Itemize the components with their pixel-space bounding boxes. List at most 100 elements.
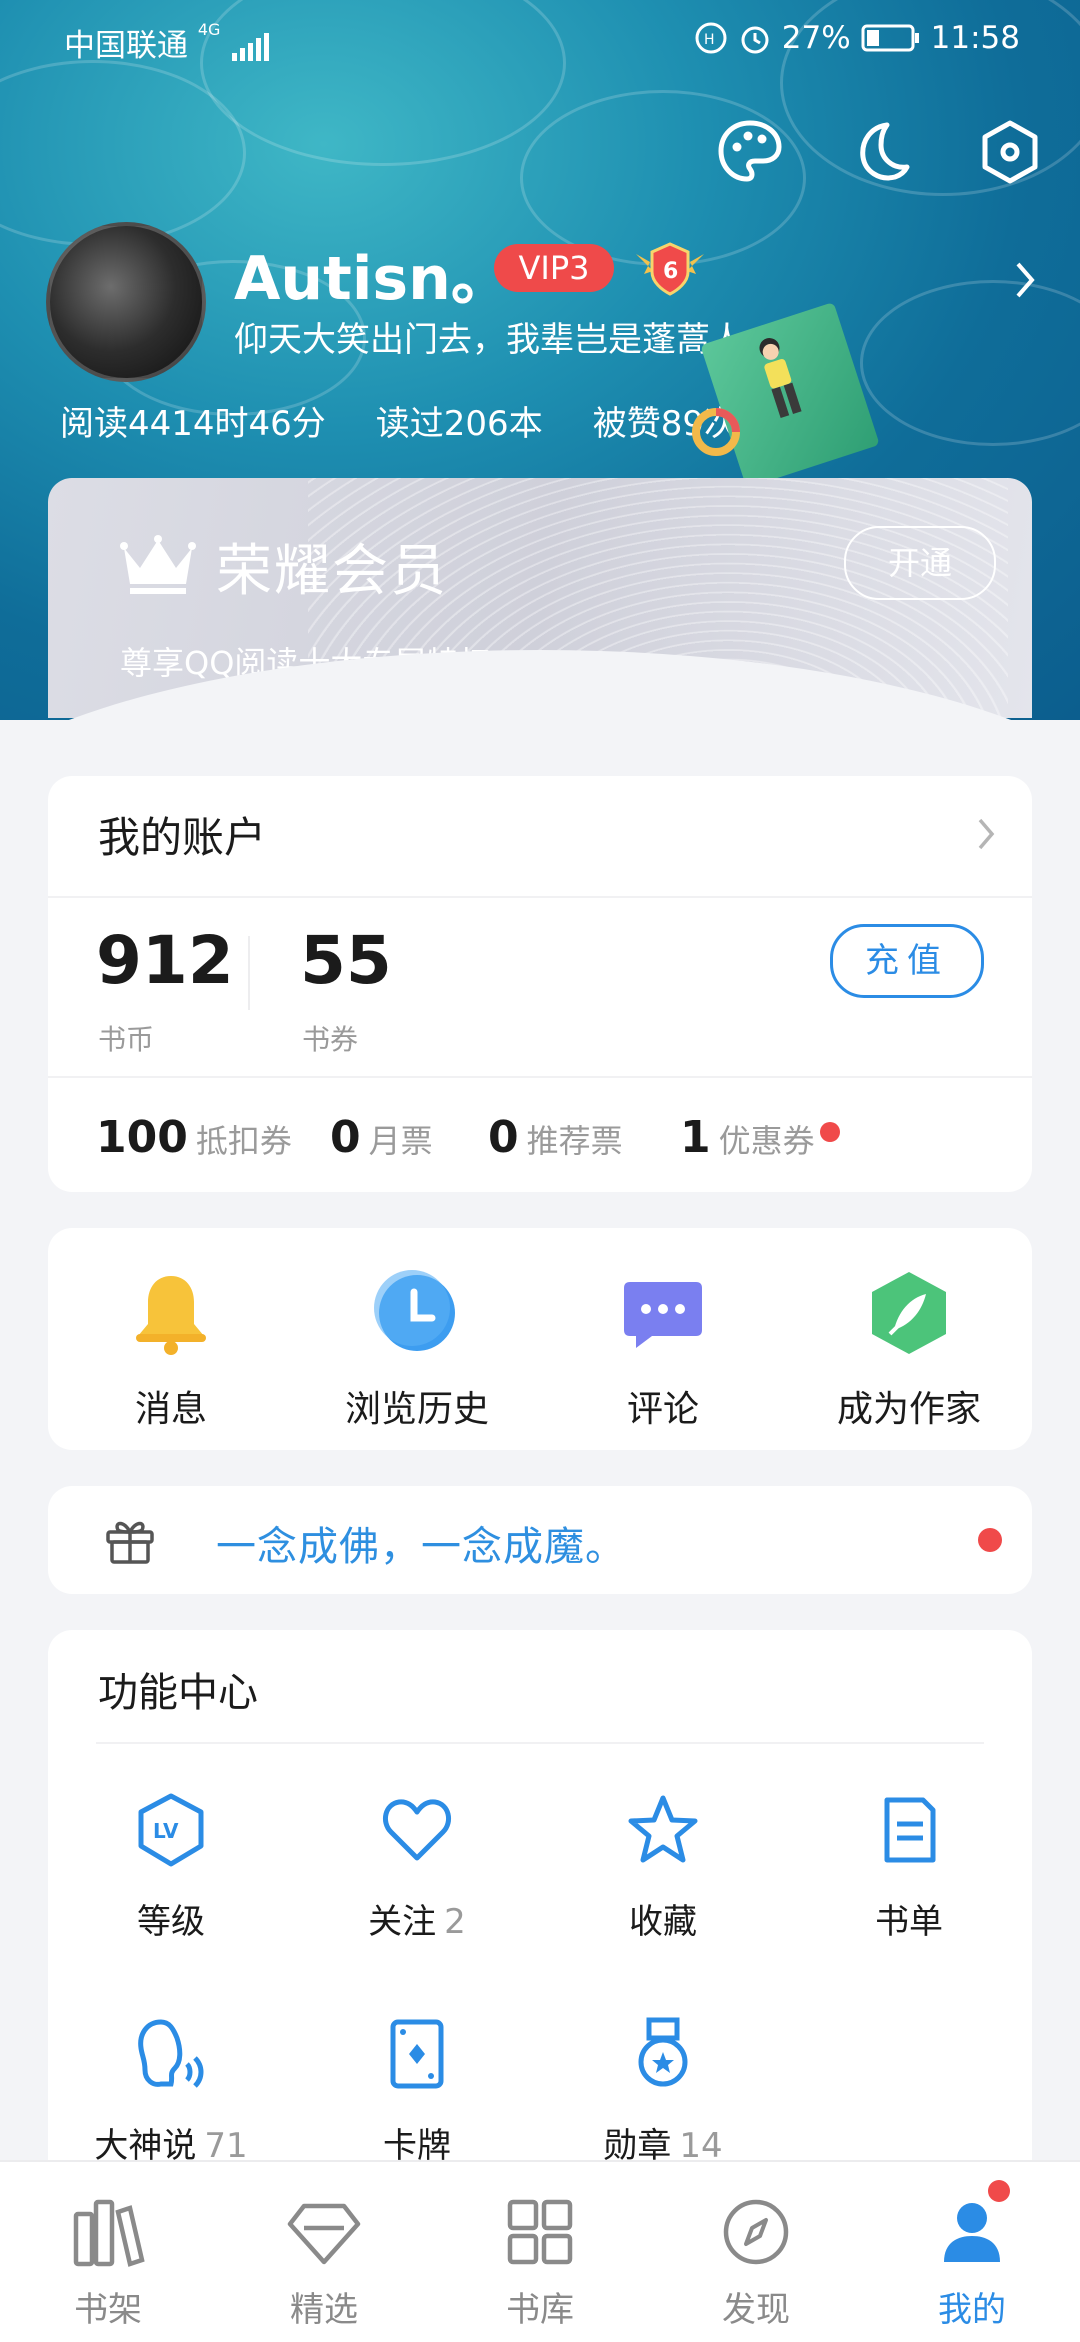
booklist-icon [884, 1797, 936, 1863]
nav-label: 书库 [506, 2290, 574, 2330]
nav-library[interactable]: 书库 [432, 2162, 648, 2342]
swim-ring-icon [692, 408, 740, 456]
nav-label: 精选 [290, 2290, 358, 2330]
reader-figure-icon [759, 338, 802, 419]
ticket-value: 0 [488, 1112, 519, 1163]
ticket-value: 0 [330, 1112, 361, 1163]
settings-hexagon-icon[interactable] [970, 112, 1050, 192]
nav-bookshelf[interactable]: 书架 [0, 2162, 216, 2342]
ticket-monthly[interactable]: 0 月票 [330, 1112, 433, 1163]
diamond-icon [287, 2203, 361, 2265]
divider [96, 1742, 984, 1744]
function-booklist[interactable]: 书单 [786, 1790, 1032, 1943]
card-icon [390, 2019, 444, 2089]
rank-shield-icon[interactable]: 6 [632, 240, 708, 296]
coins-label: 书币 [98, 1023, 155, 1056]
vouchers-label: 书券 [302, 1023, 359, 1056]
divider [248, 936, 250, 1010]
gift-icon [106, 1521, 154, 1564]
ticket-label: 推荐票 [526, 1122, 623, 1160]
books-read[interactable]: 读过206本 [376, 396, 543, 445]
svg-text:LV: LV [153, 1819, 179, 1843]
account-card: 我的账户 912 书币 55 书券 充值 100 抵扣券 0 月票 0 推荐票 1 优惠… [48, 776, 1032, 1192]
rank-number: 6 [663, 259, 678, 284]
ticket-coupon[interactable]: 1 优惠券 [680, 1112, 815, 1163]
vip-card-title: 荣耀会员 [216, 539, 448, 604]
function-following[interactable]: 关注 2 [294, 1790, 540, 1943]
nav-label: 书架 [74, 2290, 142, 2330]
nav-featured[interactable]: 精选 [216, 2162, 432, 2342]
recharge-button[interactable]: 充值 [830, 924, 984, 998]
shortcut-become-author[interactable]: 成为作家 [786, 1268, 1032, 1432]
shortcut-label: 评论 [626, 1389, 699, 1430]
divider [48, 1076, 1032, 1078]
function-count: 2 [444, 1902, 466, 1942]
account-title[interactable]: 我的账户 [98, 804, 266, 865]
open-vip-button[interactable]: 开通 [844, 526, 996, 600]
crown-icon [120, 535, 196, 594]
ticket-value: 1 [680, 1112, 711, 1163]
palette-icon[interactable] [710, 112, 790, 192]
notification-dot [988, 2180, 1010, 2202]
notification-dot [820, 1122, 840, 1142]
promo-text: 一念成佛，一念成魔。 [216, 1524, 626, 1570]
water-ripple [860, 280, 1080, 446]
reading-time[interactable]: 阅读4414时46分 [60, 396, 326, 445]
function-medals[interactable]: 勋章 14 [540, 2014, 786, 2167]
function-label: 关注 [368, 1902, 437, 1942]
shortcut-messages[interactable]: 消息 [48, 1268, 294, 1432]
vouchers-value[interactable]: 55 [300, 922, 392, 999]
chevron-right-icon[interactable] [1010, 258, 1040, 302]
function-cards[interactable]: 卡牌 [294, 2014, 540, 2167]
bell-icon [136, 1276, 206, 1355]
battery-percent: 27% [781, 20, 851, 56]
ticket-recommend[interactable]: 0 推荐票 [488, 1112, 623, 1163]
vip-level-badge[interactable]: VIP3 [494, 244, 614, 292]
function-label: 等级 [137, 1902, 205, 1942]
function-master-talk[interactable]: 大神说 71 [48, 2014, 294, 2167]
nav-discover[interactable]: 发现 [648, 2162, 864, 2342]
promo-banner[interactable]: 一念成佛，一念成魔。 [48, 1486, 1032, 1594]
function-level[interactable]: LV 等级 [48, 1790, 294, 1943]
function-favorites[interactable]: 收藏 [540, 1790, 786, 1943]
clock-time: 11:58 [930, 20, 1020, 56]
chevron-right-icon[interactable] [974, 814, 998, 854]
signal-icon [232, 32, 270, 61]
compass-icon [723, 2199, 789, 2265]
feather-icon [872, 1272, 946, 1354]
header-actions [710, 112, 1050, 192]
star-icon [628, 1795, 698, 1863]
shortcut-history[interactable]: 浏览历史 [294, 1268, 540, 1432]
ticket-value: 100 [96, 1112, 188, 1163]
shortcut-label: 消息 [134, 1389, 207, 1430]
status-bar: 中国联通 4G H 27% 11:58 [0, 20, 1080, 70]
user-signature: 仰天大笑出门去，我辈岂是蓬蒿人 [234, 320, 744, 360]
comment-icon [624, 1282, 702, 1348]
moon-icon[interactable] [840, 112, 920, 192]
grid-icon [507, 2199, 573, 2265]
speaker-icon [138, 2019, 204, 2088]
alarm-icon [741, 26, 769, 54]
clock-icon [374, 1270, 455, 1351]
ticket-deduction[interactable]: 100 抵扣券 [96, 1112, 292, 1163]
function-label: 书单 [875, 1902, 943, 1942]
avatar[interactable] [46, 222, 206, 382]
bookshelf-icon [73, 2199, 145, 2267]
shortcut-comments[interactable]: 评论 [540, 1268, 786, 1432]
username[interactable]: Autisn。 [234, 230, 511, 317]
ticket-label: 月票 [368, 1122, 433, 1160]
heart-icon [382, 1799, 452, 1861]
bottom-navigation: 书架 精选 书库 发现 我的 [0, 2160, 1080, 2342]
svg-text:H: H [704, 32, 715, 48]
coins-value[interactable]: 912 [96, 922, 234, 999]
ticket-label: 优惠券 [718, 1122, 815, 1160]
divider [48, 896, 1032, 898]
reading-stats: 阅读4414时46分 读过206本 被赞89次 [60, 396, 738, 445]
nav-mine[interactable]: 我的 [864, 2162, 1080, 2342]
shortcut-label: 成为作家 [836, 1389, 981, 1430]
function-center-card: 功能中心 LV 等级 关注 2 收藏 书单 大神说 71 卡牌 勋章 14 [48, 1630, 1032, 2210]
network-type: 4G [197, 20, 221, 39]
medal-icon [638, 2017, 688, 2087]
shortcuts-card: 消息 浏览历史 评论 成为作家 [48, 1228, 1032, 1450]
carrier-name: 中国联通 [64, 28, 188, 64]
